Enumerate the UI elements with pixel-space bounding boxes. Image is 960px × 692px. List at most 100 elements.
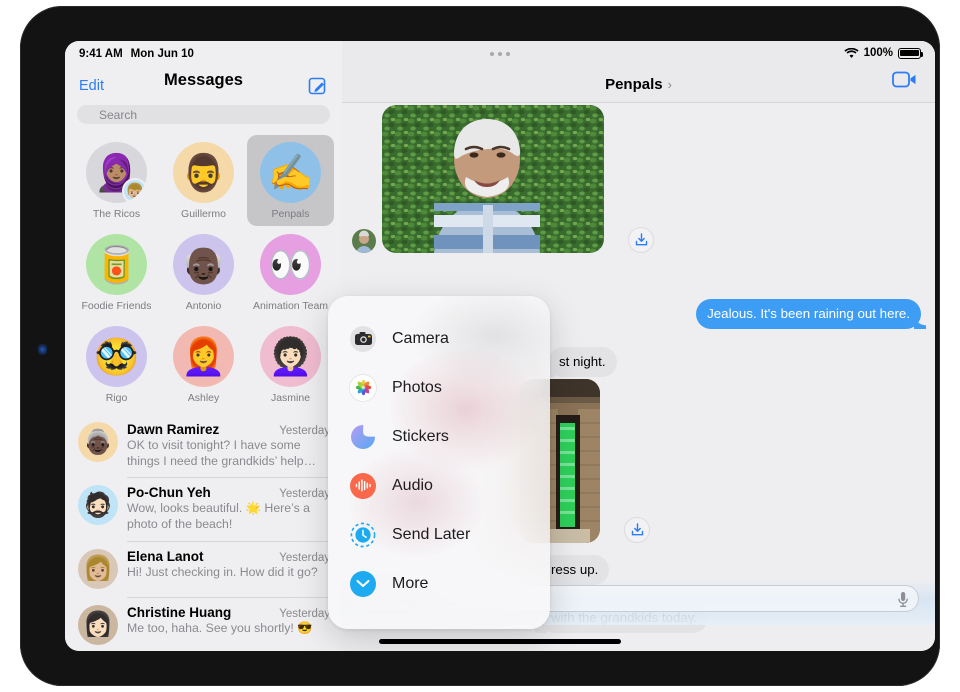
multitasking-dots-icon[interactable] bbox=[490, 52, 510, 56]
camera-icon bbox=[350, 325, 376, 352]
bezel-artifact bbox=[38, 344, 47, 355]
chevron-right-icon: › bbox=[667, 77, 672, 92]
attachment-item-stickers[interactable]: Stickers bbox=[328, 412, 550, 461]
message-bubble-outgoing[interactable]: Jealous. It's been raining out here. bbox=[696, 299, 926, 330]
facetime-video-icon[interactable] bbox=[892, 71, 917, 93]
conversation-row-dawn-ramirez[interactable]: 👵🏿 Dawn Ramirez Yesterday OK to visit to… bbox=[65, 414, 342, 477]
pinned-item-label: Rigo bbox=[105, 392, 128, 404]
avatar: 🥫 bbox=[86, 234, 147, 295]
pinned-item-label: Jasmine bbox=[270, 392, 311, 404]
avatar: 👵🏿 bbox=[78, 422, 118, 462]
search-input[interactable]: Search bbox=[77, 105, 330, 124]
audio-icon bbox=[350, 472, 376, 499]
conversation-preview: Hi! Just checking in. How did it go? bbox=[127, 564, 318, 579]
home-indicator[interactable] bbox=[379, 639, 621, 644]
avatar: 🧕🏽 👦🏼 bbox=[86, 142, 147, 203]
conversation-name: Dawn Ramirez bbox=[127, 422, 220, 437]
conversation-preview: OK to visit tonight? I have some things … bbox=[127, 438, 316, 468]
pinned-item-animation-team[interactable]: 👀 Animation Team bbox=[247, 227, 334, 318]
conversation-time: Yesterday bbox=[279, 607, 330, 620]
wifi-icon bbox=[843, 47, 859, 58]
status-date: Mon Jun 10 bbox=[130, 48, 194, 60]
pinned-item-label: Ashley bbox=[187, 392, 220, 404]
send-later-icon bbox=[350, 522, 376, 548]
messages-sidebar: Edit Messages Search bbox=[65, 41, 342, 651]
avatar: 🥸 bbox=[86, 326, 147, 387]
conversation-time: Yesterday bbox=[279, 425, 330, 437]
conversation-list: 👵🏿 Dawn Ramirez Yesterday OK to visit to… bbox=[65, 414, 342, 651]
photo-attachment[interactable] bbox=[382, 105, 604, 253]
status-time: 9:41 AM bbox=[79, 48, 123, 60]
avatar: 👩🏻 bbox=[78, 604, 118, 645]
compose-icon[interactable] bbox=[308, 76, 328, 96]
avatar: 🧔‍♂️ bbox=[173, 142, 234, 203]
attachment-item-label: Send Later bbox=[392, 525, 471, 543]
attachment-item-more[interactable]: More bbox=[328, 559, 550, 608]
pinned-item-rigo[interactable]: 🥸 Rigo bbox=[73, 319, 160, 410]
pinned-item-penpals[interactable]: ✍️ Penpals bbox=[247, 135, 334, 226]
pinned-item-label: Animation Team bbox=[252, 300, 329, 312]
attachment-item-label: More bbox=[392, 574, 429, 592]
more-chevron-icon bbox=[350, 570, 376, 597]
chat-title-button[interactable]: Penpals › bbox=[605, 76, 672, 93]
pinned-item-jasmine[interactable]: 👩🏻‍🦱 Jasmine bbox=[247, 319, 334, 410]
pinned-item-ashley[interactable]: 👩‍🦰 Ashley bbox=[160, 319, 247, 410]
pinned-item-antonio[interactable]: 👴🏿 Antonio bbox=[160, 227, 247, 318]
conversation-time: Yesterday bbox=[279, 488, 330, 501]
pinned-item-label: Guillermo bbox=[181, 208, 226, 220]
message-bubble-incoming[interactable]: st night. bbox=[543, 347, 617, 378]
message-row-photo-1 bbox=[352, 105, 654, 253]
conversation-name: Christine Huang bbox=[127, 604, 232, 620]
status-bar-left: 9:41 AM Mon Jun 10 bbox=[79, 48, 194, 60]
save-to-photos-icon[interactable] bbox=[624, 517, 650, 543]
photos-icon bbox=[350, 374, 376, 401]
pinned-item-label: Foodie Friends bbox=[81, 300, 152, 312]
avatar: 👴🏿 bbox=[173, 234, 234, 295]
attachment-item-send-later[interactable]: Send Later bbox=[328, 510, 550, 559]
message-row-incoming-1: st night. bbox=[543, 347, 617, 378]
avatar: 👩🏻‍🦱 bbox=[260, 326, 321, 387]
attachment-item-label: Stickers bbox=[392, 427, 449, 445]
conversation-time: Yesterday bbox=[279, 551, 330, 564]
conversation-row-elena-lanot[interactable]: 👩🏼 Elena Lanot Yesterday Hi! Just checki… bbox=[65, 540, 342, 597]
attachment-item-label: Audio bbox=[392, 476, 433, 494]
status-bar-right: 100% bbox=[843, 47, 924, 59]
search-container: Search bbox=[65, 103, 342, 130]
pinned-item-foodie-friends[interactable]: 🥫 Foodie Friends bbox=[73, 227, 160, 318]
pinned-conversations-grid: 🧕🏽 👦🏼 The Ricos 🧔‍♂️ Guillermo ✍️ Penpal… bbox=[65, 130, 342, 410]
pinned-item-label: The Ricos bbox=[92, 208, 141, 220]
avatar: 👩🏼 bbox=[78, 548, 118, 589]
attachment-item-camera[interactable]: Camera bbox=[328, 314, 550, 363]
conversation-name: Elena Lanot bbox=[127, 548, 204, 564]
stickers-icon bbox=[350, 424, 376, 450]
attachment-menu-popup: Camera Photos Stickers Audio Send Later … bbox=[328, 296, 550, 629]
conversation-row-po-chun-yeh[interactable]: 🧔🏻 Po-Chun Yeh Yesterday Wow, looks beau… bbox=[65, 477, 342, 540]
avatar bbox=[352, 229, 376, 253]
avatar: 👩‍🦰 bbox=[173, 326, 234, 387]
avatar-secondary: 👦🏼 bbox=[122, 178, 147, 203]
pinned-item-guillermo[interactable]: 🧔‍♂️ Guillermo bbox=[160, 135, 247, 226]
microphone-icon[interactable] bbox=[897, 591, 909, 611]
attachment-item-label: Photos bbox=[392, 378, 442, 396]
pinned-item-label: Penpals bbox=[271, 208, 310, 220]
chat-title-label: Penpals bbox=[605, 76, 663, 93]
attachment-item-photos[interactable]: Photos bbox=[328, 363, 550, 412]
pinned-item-the-ricos[interactable]: 🧕🏽 👦🏼 The Ricos bbox=[73, 135, 160, 226]
conversation-preview: Wow, looks beautiful. 🌟 Here’s a photo o… bbox=[127, 501, 310, 532]
conversation-row-christine-huang[interactable]: 👩🏻 Christine Huang Yesterday Me too, hah… bbox=[65, 596, 342, 651]
battery-percent-label: 100% bbox=[863, 47, 893, 59]
pinned-item-label: Antonio bbox=[185, 300, 222, 312]
message-row-outgoing-1: Jealous. It's been raining out here. bbox=[696, 299, 926, 330]
status-bar: 9:41 AM Mon Jun 10 100% bbox=[65, 41, 935, 69]
conversation-name: Po-Chun Yeh bbox=[127, 485, 211, 501]
ipad-screen: 9:41 AM Mon Jun 10 100% Edit Messages Se… bbox=[65, 41, 935, 651]
edit-button[interactable]: Edit bbox=[79, 78, 104, 94]
avatar: 🧔🏻 bbox=[78, 485, 118, 526]
page-title: Messages bbox=[164, 71, 243, 89]
attachment-item-audio[interactable]: Audio bbox=[328, 461, 550, 510]
avatar: 👀 bbox=[260, 234, 321, 295]
avatar: ✍️ bbox=[260, 142, 321, 203]
ipad-device-frame: 9:41 AM Mon Jun 10 100% Edit Messages Se… bbox=[20, 6, 940, 686]
attachment-item-label: Camera bbox=[392, 329, 449, 347]
save-to-photos-icon[interactable] bbox=[628, 227, 654, 253]
